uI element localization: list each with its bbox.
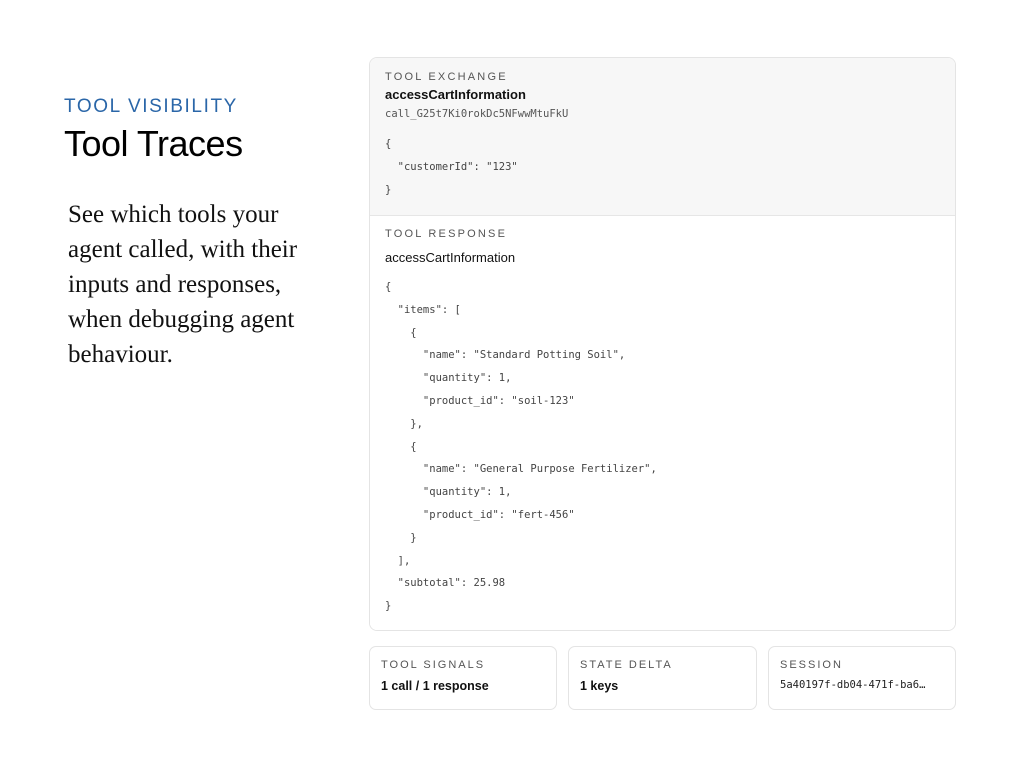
tool-response-section: TOOL RESPONSE accessCartInformation { "i… — [370, 216, 955, 630]
session-id[interactable]: 5a40197f-db04-471f-ba6… — [780, 677, 944, 693]
intro-header: TOOL VISIBILITY Tool Traces — [64, 96, 324, 164]
tool-signals-value: 1 call / 1 response — [381, 679, 489, 693]
tool-trace-panel: TOOL EXCHANGE accessCartInformation call… — [369, 57, 956, 631]
tool-call-id[interactable]: call_G25t7Ki0rokDc5NFwwMtuFkU — [385, 107, 568, 121]
session-label: SESSION — [780, 659, 843, 671]
tool-response-label: TOOL RESPONSE — [385, 228, 508, 240]
tool-response-name: accessCartInformation — [385, 250, 516, 265]
tool-signals-card: TOOL SIGNALS 1 call / 1 response — [369, 646, 557, 710]
tool-input-json[interactable]: { "customerId": "123" } — [385, 133, 518, 202]
tool-signals-label: TOOL SIGNALS — [381, 659, 486, 671]
page-title: Tool Traces — [64, 123, 243, 164]
tool-exchange-label: TOOL EXCHANGE — [385, 71, 508, 83]
tool-exchange-section: TOOL EXCHANGE accessCartInformation call… — [370, 58, 955, 216]
state-delta-label: STATE DELTA — [580, 659, 673, 671]
tool-exchange-name: accessCartInformation — [385, 87, 526, 102]
state-delta-card: STATE DELTA 1 keys — [568, 646, 757, 710]
section-eyebrow: TOOL VISIBILITY — [64, 96, 238, 117]
session-card: SESSION 5a40197f-db04-471f-ba6… — [768, 646, 956, 710]
tool-output-json[interactable]: { "items": [ { "name": "Standard Potting… — [385, 276, 657, 618]
state-delta-value: 1 keys — [580, 679, 619, 693]
intro-description: See which tools your agent called, with … — [68, 201, 298, 368]
